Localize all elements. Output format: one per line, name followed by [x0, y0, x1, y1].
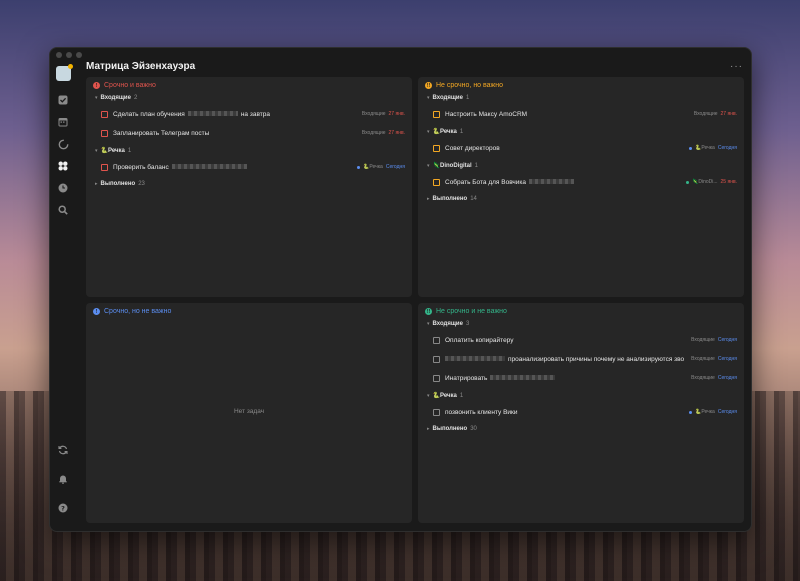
chevron-down-icon: ▾	[95, 147, 98, 154]
clock-icon[interactable]	[55, 180, 71, 196]
task-meta: Входящие 27 янв.	[693, 111, 737, 117]
sidebar-bottom: ?	[50, 439, 76, 519]
chevron-right-icon: ▸	[95, 181, 98, 187]
task-row[interactable]: Проверить баланс 🐍Речка Сегодня	[93, 158, 405, 177]
group-header[interactable]: ▾ Входящие 3	[427, 321, 737, 327]
quadrant-title[interactable]: Срочно, но не важно	[104, 308, 171, 315]
group-header[interactable]: ▾ 🐍Речка 1	[427, 128, 737, 136]
header: Матрица Эйзенхауэра ···	[86, 58, 743, 74]
search-icon[interactable]	[55, 202, 71, 218]
task-checkbox[interactable]	[101, 129, 108, 137]
quadrant-header: ! Срочно, но не важно	[93, 308, 405, 315]
svg-text:?: ?	[61, 504, 65, 512]
task-title: позвонить клиенту Вики	[445, 408, 518, 416]
quadrant-badge-icon: !	[93, 82, 100, 89]
task-title: Настроить Максу AmoCRM	[445, 110, 528, 118]
calendar-icon[interactable]	[55, 114, 71, 130]
chevron-down-icon: ▾	[427, 95, 430, 101]
quadrant-not-urgent-not-important: !! Не срочно и не важно ▾ Входящие 3 Опл…	[418, 303, 744, 523]
group-header[interactable]: ▾ Входящие 1	[427, 95, 737, 101]
group-name: Входящие	[100, 95, 131, 101]
task-meta: 🐍Речка Сегодня	[357, 164, 405, 170]
quadrant-header: !! Не срочно, но важно	[425, 82, 737, 89]
task-checkbox[interactable]	[433, 355, 440, 363]
task-row[interactable]: Запланировать Телеграм посты Входящие 27 …	[93, 124, 405, 143]
task-checkbox[interactable]	[433, 110, 440, 118]
task-meta: 🐍Речка Сегодня	[689, 409, 737, 415]
chevron-down-icon: ▾	[427, 321, 430, 327]
quadrant-title[interactable]: Не срочно и не важно	[436, 308, 507, 315]
group-header[interactable]: ▾ 🦎DinoDigital 1	[427, 162, 737, 170]
chevron-down-icon: ▾	[427, 392, 430, 399]
chevron-right-icon: ▸	[427, 426, 430, 432]
bell-icon[interactable]	[55, 471, 71, 487]
chevron-down-icon: ▾	[427, 162, 430, 169]
quadrant-title[interactable]: Срочно и важно	[104, 82, 156, 89]
task-title: Сделать план обучения на завтра	[113, 110, 270, 118]
zoom-button[interactable]	[76, 52, 82, 58]
group-header[interactable]: ▾ Входящие 2	[95, 95, 405, 101]
task-meta: Входящие Сегодня	[691, 356, 737, 362]
task-checkbox[interactable]	[433, 178, 440, 186]
quadrant-title[interactable]: Не срочно, но важно	[436, 82, 503, 89]
chevron-down-icon: ▾	[95, 95, 98, 101]
task-title: Совет директоров	[445, 144, 500, 152]
task-title: Проверить баланс	[113, 164, 353, 171]
completed-toggle[interactable]: ▸ Выполнено 23	[95, 181, 405, 187]
task-row[interactable]: Совет директоров 🐍Речка Сегодня	[425, 139, 737, 158]
task-checkbox[interactable]	[433, 408, 440, 416]
task-row[interactable]: Собрать Бота для Вовчика 🦎DinoDi... 25 ян…	[425, 173, 737, 192]
task-meta: Входящие Сегодня	[691, 375, 737, 381]
task-title: проанализировать причины почему не анали…	[445, 356, 687, 363]
quadrant-not-urgent-important: !! Не срочно, но важно ▾ Входящие 1 Наст…	[418, 77, 744, 297]
page-title: Матрица Эйзенхауэра	[86, 60, 196, 72]
quadrant-badge-icon: !!	[425, 82, 432, 89]
completed-toggle[interactable]: ▸ Выполнено 30	[427, 426, 737, 432]
task-checkbox[interactable]	[101, 163, 108, 171]
task-row[interactable]: Оплатить копирайтеру Входящие Сегодня	[425, 331, 737, 350]
empty-state: Нет задач	[233, 408, 265, 415]
task-checkbox[interactable]	[433, 144, 440, 152]
task-meta: 🐍Речка Сегодня	[689, 145, 737, 151]
task-row[interactable]: Инатрировать Входящие Сегодня	[425, 369, 737, 388]
task-row[interactable]: Настроить Максу AmoCRM Входящие 27 янв.	[425, 105, 737, 124]
task-title: Собрать Бота для Вовчика	[445, 179, 682, 186]
more-menu-button[interactable]: ···	[730, 61, 743, 72]
task-title: Запланировать Телеграм посты	[113, 129, 210, 137]
task-title: Инатрировать	[445, 375, 687, 382]
sync-icon[interactable]	[55, 442, 71, 458]
task-checkbox[interactable]	[433, 336, 440, 344]
timer-icon[interactable]	[55, 136, 71, 152]
task-checkbox[interactable]	[433, 374, 440, 382]
group-count: 1	[127, 147, 132, 154]
task-row[interactable]: Сделать план обучения на завтра Входящие 2…	[93, 105, 405, 124]
help-icon[interactable]: ?	[55, 500, 71, 516]
matrix-icon[interactable]	[55, 158, 71, 174]
chevron-right-icon: ▸	[427, 196, 430, 202]
quadrant-urgent-important: ! Срочно и важно ▾ Входящие 2 Сделать пл…	[86, 77, 412, 297]
quadrant-urgent-not-important: ! Срочно, но не важно Нет задач	[86, 303, 412, 523]
task-checkbox[interactable]	[101, 110, 108, 118]
chevron-down-icon: ▾	[427, 128, 430, 135]
app-window: ? Матрица Эйзенхауэра ··· ! Срочно и важ…	[49, 47, 752, 532]
task-title: Оплатить копирайтеру	[445, 336, 514, 344]
task-row[interactable]: проанализировать причины почему не анали…	[425, 350, 737, 369]
group-name: 🐍Речка	[100, 148, 125, 154]
group-count: 2	[133, 95, 138, 101]
task-row[interactable]: позвонить клиенту Вики 🐍Речка Сегодня	[425, 403, 737, 422]
sidebar: ?	[50, 48, 76, 531]
group-header[interactable]: ▾ 🐍Речка 1	[427, 392, 737, 400]
check-icon[interactable]	[55, 92, 71, 108]
quadrant-header: ! Срочно и важно	[93, 82, 405, 89]
completed-toggle[interactable]: ▸ Выполнено 14	[427, 196, 737, 202]
quadrant-header: !! Не срочно и не важно	[425, 308, 737, 315]
quadrant-badge-icon: !	[93, 308, 100, 315]
task-meta: Входящие 27 янв.	[361, 111, 405, 117]
task-meta: Входящие Сегодня	[691, 337, 737, 343]
group-header[interactable]: ▾ 🐍Речка 1	[95, 147, 405, 155]
task-meta: 🦎DinoDi... 25 янв.	[686, 179, 737, 185]
quadrant-badge-icon: !!	[425, 308, 432, 315]
avatar[interactable]	[55, 64, 73, 81]
task-meta: Входящие 27 янв.	[361, 130, 405, 136]
